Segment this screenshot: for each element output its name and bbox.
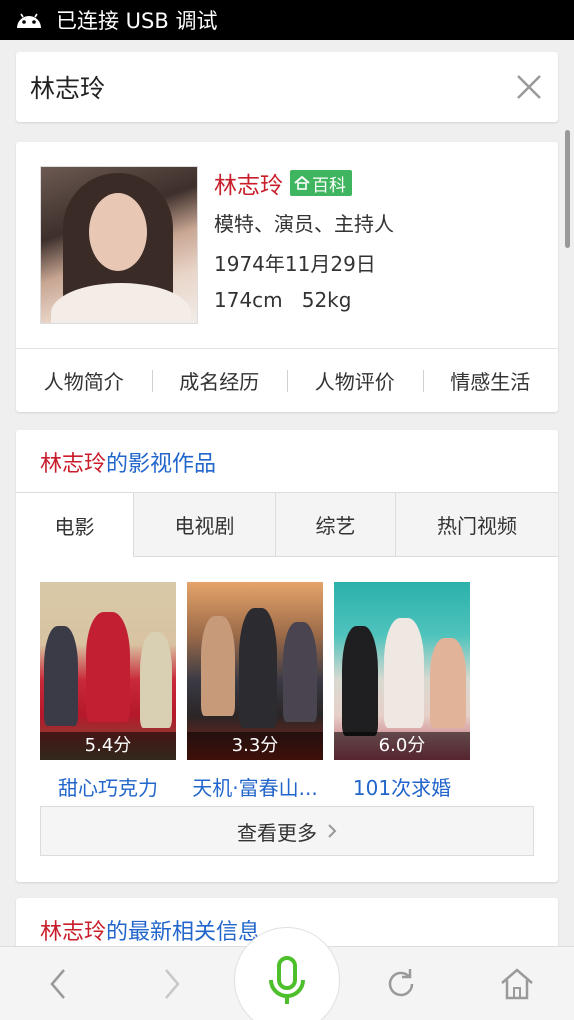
occupation: 模特、演员、主持人 xyxy=(214,212,394,236)
tab-hot-videos[interactable]: 热门视频 xyxy=(395,493,558,557)
close-icon[interactable] xyxy=(514,72,544,102)
movie-title[interactable]: 101次求婚 xyxy=(334,772,470,801)
refresh-icon[interactable] xyxy=(382,965,420,1003)
baike-label: 百科 xyxy=(312,175,346,196)
microphone-icon xyxy=(269,956,305,1004)
tab-intro[interactable]: 人物简介 xyxy=(16,366,152,395)
tab-fame[interactable]: 成名经历 xyxy=(151,366,288,395)
search-input[interactable]: 林志玲 xyxy=(30,69,514,105)
bottom-nav-bar xyxy=(0,927,574,1020)
home-icon[interactable] xyxy=(498,965,536,1003)
baike-badge[interactable]: 百科 xyxy=(290,170,352,196)
scrollbar-thumb[interactable] xyxy=(565,130,570,248)
forward-icon[interactable] xyxy=(152,965,190,1003)
news-title-suffix[interactable]: 的最新相关信息 xyxy=(106,920,260,945)
tab-variety[interactable]: 综艺 xyxy=(275,493,395,557)
profile-tabs: 人物简介 成名经历 人物评价 情感生活 xyxy=(16,348,558,412)
android-icon xyxy=(17,13,41,28)
movie-rating: 5.4分 xyxy=(40,732,176,760)
movie-poster[interactable]: 6.0分 xyxy=(334,582,470,760)
works-card: 林志玲的影视作品 电影 电视剧 综艺 热门视频 5.4分 甜心巧克力 3.3分 … xyxy=(16,430,558,882)
person-name[interactable]: 林志玲 xyxy=(214,166,283,200)
status-text: 已连接 USB 调试 xyxy=(56,9,218,33)
movie-poster[interactable]: 3.3分 xyxy=(187,582,323,760)
movie-item[interactable]: 3.3分 天机·富春山... xyxy=(187,582,323,801)
height-weight: 174cm 52kg xyxy=(214,288,352,312)
person-photo[interactable] xyxy=(40,166,198,324)
home-icon xyxy=(294,176,310,190)
movie-rating: 6.0分 xyxy=(334,732,470,760)
news-title-name: 林志玲 xyxy=(40,920,107,945)
view-more-label: 查看更多 xyxy=(237,820,317,845)
tab-review[interactable]: 人物评价 xyxy=(287,366,423,395)
back-icon[interactable] xyxy=(40,965,78,1003)
movie-title[interactable]: 甜心巧克力 xyxy=(40,772,176,801)
movie-item[interactable]: 6.0分 101次求婚 xyxy=(334,582,470,801)
search-box[interactable]: 林志玲 xyxy=(16,52,558,122)
movie-item[interactable]: 5.4分 甜心巧克力 xyxy=(40,582,176,801)
tab-tv-series[interactable]: 电视剧 xyxy=(133,493,275,557)
works-title-suffix[interactable]: 的影视作品 xyxy=(106,452,216,477)
tab-love-life[interactable]: 情感生活 xyxy=(422,366,559,395)
works-title-name: 林志玲 xyxy=(40,452,107,477)
movie-poster[interactable]: 5.4分 xyxy=(40,582,176,760)
birthday: 1974年11月29日 xyxy=(214,252,376,276)
tab-movies[interactable]: 电影 xyxy=(16,493,133,557)
profile-card: 林志玲 百科 模特、演员、主持人 1974年11月29日 174cm 52kg … xyxy=(16,142,558,412)
movie-title[interactable]: 天机·富春山... xyxy=(187,772,323,801)
name-row: 林志玲 百科 xyxy=(214,166,352,200)
status-bar: 已连接 USB 调试 xyxy=(0,0,574,40)
news-title: 林志玲的最新相关信息 xyxy=(40,914,260,946)
movie-rating: 3.3分 xyxy=(187,732,323,760)
chevron-right-icon xyxy=(328,824,337,838)
works-tabs: 电影 电视剧 综艺 热门视频 xyxy=(16,492,558,557)
works-title: 林志玲的影视作品 xyxy=(40,446,216,478)
view-more-button[interactable]: 查看更多 xyxy=(40,806,534,856)
